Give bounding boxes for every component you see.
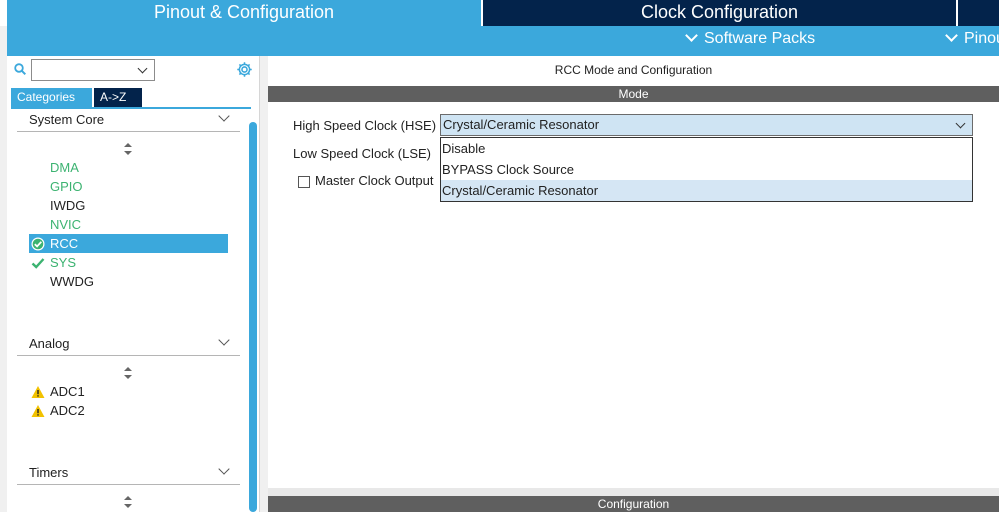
chevron-down-icon (685, 29, 698, 42)
section-system-core[interactable]: System Core (17, 108, 240, 132)
panel-splitter[interactable] (260, 56, 268, 512)
top-tab-bar: Pinout & Configuration Clock Configurati… (0, 0, 999, 26)
chevron-down-icon[interactable] (137, 63, 148, 74)
master-clock-output-checkbox[interactable] (298, 176, 310, 188)
category-item-wwdg[interactable]: WWDG (29, 272, 228, 291)
category-item-gpio[interactable]: GPIO (29, 177, 228, 196)
category-item-dma[interactable]: DMA (29, 158, 228, 177)
stm32cube-window: Pinout & Configuration Clock Configurati… (0, 0, 999, 512)
master-clock-output-label: Master Clock Output (315, 173, 434, 188)
section-timers-label: Timers (29, 465, 69, 480)
chevron-down-icon (945, 29, 958, 42)
chevron-down-icon[interactable] (218, 463, 230, 475)
category-item-sys[interactable]: SYS (29, 253, 228, 272)
category-panel: Categories A->Z System Core DMA GPIO IWD… (7, 56, 260, 512)
sort-icon[interactable] (123, 143, 133, 155)
sort-icon[interactable] (123, 367, 133, 379)
tab-pinout-configuration[interactable]: Pinout & Configuration (7, 0, 481, 26)
secondary-menu-bar: Software Packs Pinout (7, 26, 999, 56)
section-analog[interactable]: Analog (17, 332, 240, 356)
hse-select-value: Crystal/Ceramic Resonator (443, 117, 600, 132)
chevron-down-icon[interactable] (955, 118, 966, 129)
software-packs-menu[interactable]: Software Packs (685, 29, 816, 48)
tab-categories[interactable]: Categories (11, 88, 92, 107)
search-icon[interactable] (14, 63, 26, 75)
gear-icon[interactable] (236, 61, 253, 78)
warning-icon (31, 386, 45, 398)
panel-title: RCC Mode and Configuration (268, 56, 999, 84)
warning-icon (31, 405, 45, 417)
pinout-menu[interactable]: Pinout (945, 29, 999, 48)
category-item-adc1[interactable]: ADC1 (29, 382, 228, 401)
category-item-adc2[interactable]: ADC2 (29, 401, 228, 420)
chevron-down-icon[interactable] (218, 334, 230, 346)
pinout-menu-label: Pinout (964, 30, 999, 47)
category-item-iwdg[interactable]: IWDG (29, 196, 228, 215)
check-circle-icon (31, 237, 45, 251)
hse-label: High Speed Clock (HSE) (293, 118, 437, 133)
check-icon (31, 258, 45, 269)
section-system-core-label: System Core (29, 112, 105, 127)
hse-dropdown-list: Disable BYPASS Clock Source Crystal/Cera… (440, 137, 973, 202)
tab-a-to-z[interactable]: A->Z (94, 88, 142, 107)
rcc-config-panel: RCC Mode and Configuration Mode High Spe… (268, 56, 999, 512)
category-scrollbar-thumb[interactable] (249, 122, 257, 512)
panel-gap (268, 488, 999, 496)
sort-icon[interactable] (123, 496, 133, 508)
hse-select[interactable]: Crystal/Ceramic Resonator (440, 114, 973, 136)
hse-option-bypass[interactable]: BYPASS Clock Source (441, 159, 972, 180)
tab-clock-configuration[interactable]: Clock Configuration (483, 0, 956, 26)
lse-label: Low Speed Clock (LSE) (293, 146, 432, 161)
hse-option-disable[interactable]: Disable (441, 138, 972, 159)
tab-more[interactable] (958, 0, 999, 26)
category-item-nvic[interactable]: NVIC (29, 215, 228, 234)
chevron-down-icon[interactable] (218, 110, 230, 122)
hse-option-crystal[interactable]: Crystal/Ceramic Resonator (441, 180, 972, 201)
mode-section-header[interactable]: Mode (268, 86, 999, 102)
category-item-rcc[interactable]: RCC (29, 234, 228, 253)
software-packs-label: Software Packs (704, 30, 816, 47)
section-analog-label: Analog (29, 336, 70, 351)
configuration-section-header[interactable]: Configuration (268, 496, 999, 512)
section-timers[interactable]: Timers (17, 461, 240, 485)
search-combobox[interactable] (31, 59, 155, 81)
